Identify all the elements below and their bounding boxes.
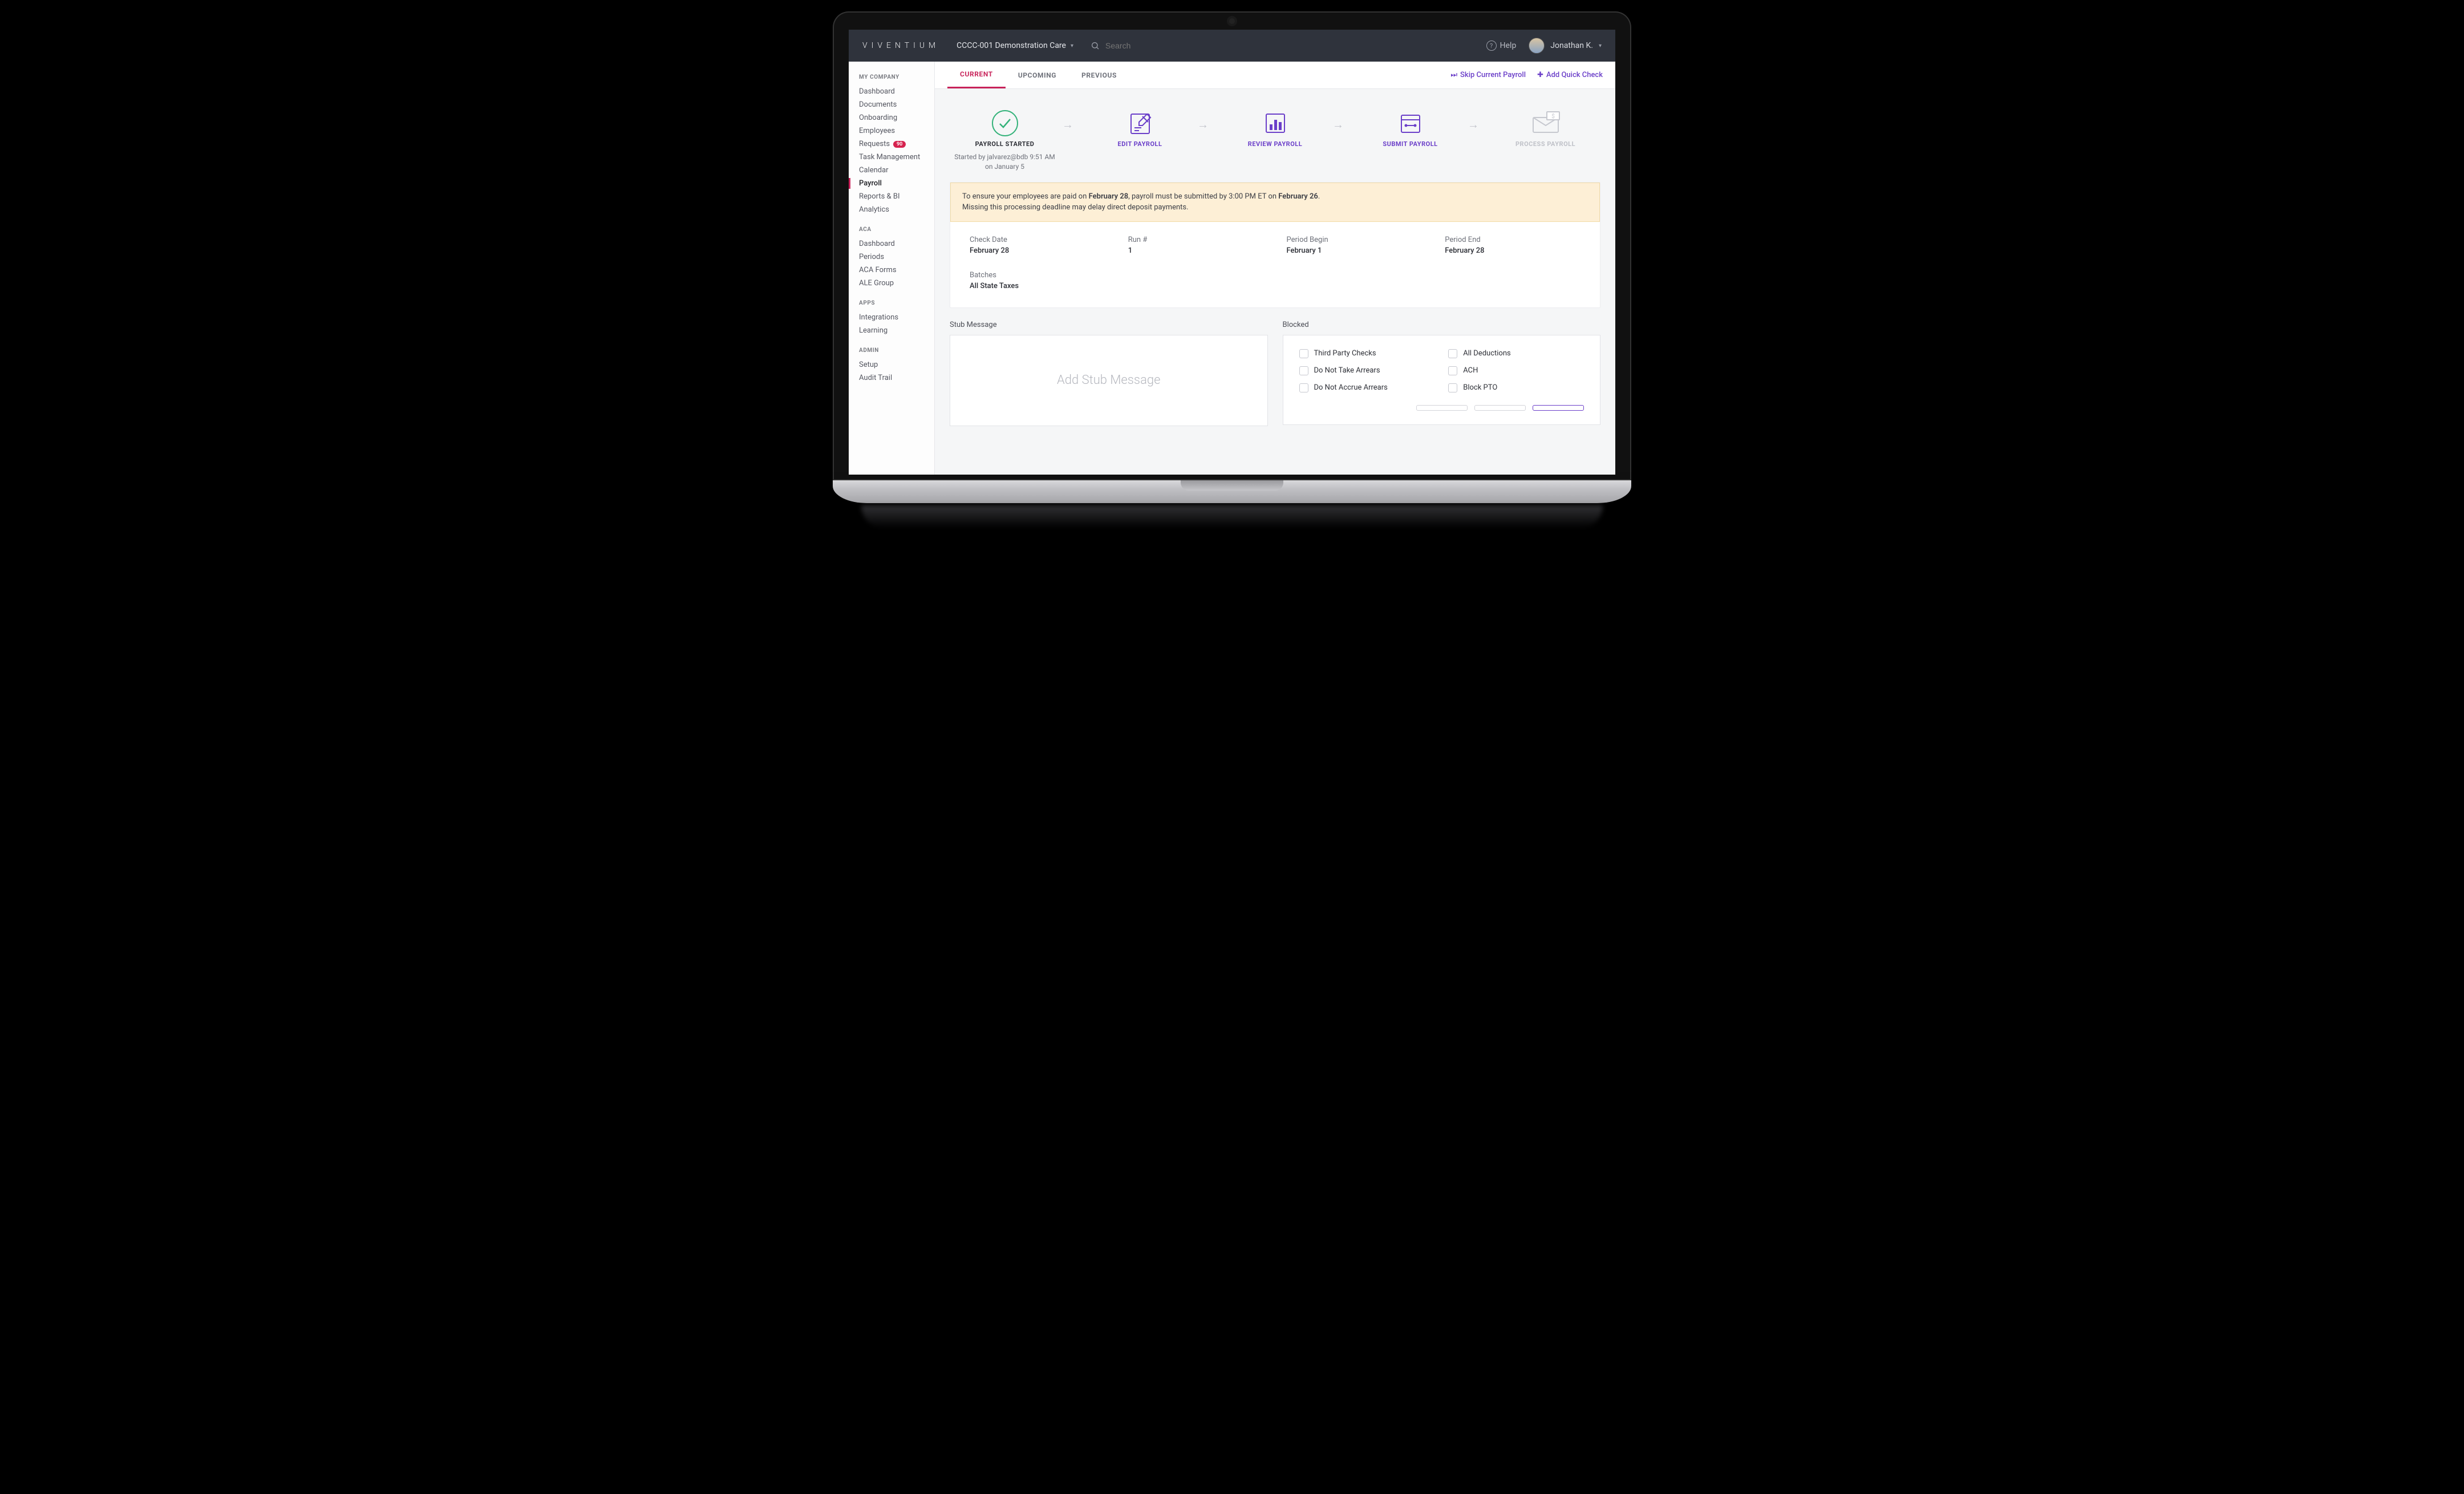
sidebar-item-setup[interactable]: Setup	[859, 358, 934, 371]
blocked-panel: Third Party Checks All Deductions Do Not…	[1283, 335, 1601, 425]
sidebar-item-requests[interactable]: Requests 90	[859, 137, 934, 151]
sidebar-item-integrations[interactable]: Integrations	[859, 311, 934, 324]
checkbox-icon	[1299, 349, 1308, 358]
sidebar: MY COMPANY Dashboard Documents Onboardin…	[849, 62, 934, 475]
chk-do-not-take-arrears[interactable]: Do Not Take Arrears	[1299, 366, 1435, 375]
blocked-title: Blocked	[1283, 321, 1601, 329]
search-input[interactable]	[1105, 41, 1219, 50]
chk-all-deductions[interactable]: All Deductions	[1448, 349, 1584, 358]
user-menu[interactable]: Jonathan K. ▾	[1529, 38, 1602, 54]
main-content: CURRENT UPCOMING PREVIOUS ⏭ Skip Current…	[934, 62, 1615, 475]
sidebar-item-aca-forms[interactable]: ACA Forms	[859, 264, 934, 277]
checkbox-icon	[1299, 366, 1308, 375]
field-run-number: Run # 1	[1128, 236, 1264, 255]
skip-icon: ⏭	[1450, 71, 1457, 79]
bar-chart-icon	[1261, 108, 1290, 138]
primary-button[interactable]	[1533, 405, 1584, 411]
edit-doc-icon	[1125, 108, 1155, 138]
field-period-end: Period End February 28	[1445, 236, 1580, 255]
field-check-date: Check Date February 28	[970, 236, 1105, 255]
sidebar-item-aca-dashboard[interactable]: Dashboard	[859, 237, 934, 250]
sidebar-item-task-management[interactable]: Task Management	[859, 151, 934, 164]
sidebar-item-employees[interactable]: Employees	[859, 124, 934, 137]
laptop-notch	[1181, 480, 1283, 491]
org-switcher[interactable]: CCCC-001 Demonstration Care ▾	[957, 41, 1073, 50]
sidebar-item-learning[interactable]: Learning	[859, 324, 934, 337]
sidebar-section-title: MY COMPANY	[859, 74, 934, 80]
search-box[interactable]	[1091, 41, 1469, 50]
checkbox-icon	[1448, 366, 1457, 375]
arrow-icon: →	[1062, 106, 1083, 132]
payroll-summary-panel: To ensure your employees are paid on Feb…	[950, 182, 1600, 308]
sidebar-item-payroll[interactable]: Payroll	[859, 177, 934, 190]
sidebar-item-onboarding[interactable]: Onboarding	[859, 111, 934, 124]
org-name: CCCC-001 Demonstration Care	[957, 41, 1066, 50]
user-name: Jonathan K.	[1550, 41, 1593, 50]
step-payroll-started: PAYROLL STARTED Started by jalvarez@bdb …	[950, 106, 1060, 172]
plus-icon: ✚	[1537, 71, 1543, 79]
field-period-begin: Period Begin February 1	[1287, 236, 1423, 255]
arrow-icon: →	[1332, 106, 1353, 132]
chk-third-party-checks[interactable]: Third Party Checks	[1299, 349, 1435, 358]
chk-ach[interactable]: ACH	[1448, 366, 1584, 375]
sidebar-section-title: ACA	[859, 226, 934, 233]
chk-block-pto[interactable]: Block PTO	[1448, 383, 1584, 392]
sidebar-item-calendar[interactable]: Calendar	[859, 164, 934, 177]
step-review-payroll[interactable]: REVIEW PAYROLL	[1220, 106, 1330, 148]
search-icon	[1091, 41, 1100, 50]
skip-current-payroll-link[interactable]: ⏭ Skip Current Payroll	[1450, 71, 1526, 79]
laptop-base	[833, 480, 1631, 503]
help-icon: ?	[1486, 41, 1497, 51]
arrow-icon: →	[1468, 106, 1488, 132]
sidebar-section-title: ADMIN	[859, 347, 934, 354]
laptop-camera	[1229, 18, 1235, 24]
checkbox-icon	[1299, 383, 1308, 392]
deadline-notice: To ensure your employees are paid on Feb…	[950, 183, 1600, 222]
sidebar-item-ale-group[interactable]: ALE Group	[859, 277, 934, 290]
chk-do-not-accrue-arrears[interactable]: Do Not Accrue Arrears	[1299, 383, 1435, 392]
step-submit-payroll[interactable]: SUBMIT PAYROLL	[1355, 106, 1465, 148]
step-edit-payroll[interactable]: EDIT PAYROLL	[1085, 106, 1195, 148]
secondary-button[interactable]	[1474, 405, 1526, 411]
sidebar-item-reports-bi[interactable]: Reports & BI	[859, 190, 934, 203]
checkbox-icon	[1448, 383, 1457, 392]
arrow-icon: →	[1197, 106, 1218, 132]
sidebar-item-audit-trail[interactable]: Audit Trail	[859, 371, 934, 384]
laptop-reflection	[861, 505, 1603, 528]
help-label: Help	[1500, 41, 1517, 50]
top-bar: VIVENTIUM CCCC-001 Demonstration Care ▾ …	[849, 30, 1615, 62]
envelope-money-icon: $	[1530, 111, 1562, 136]
payroll-steps: PAYROLL STARTED Started by jalvarez@bdb …	[950, 106, 1600, 172]
brand-logo: VIVENTIUM	[862, 41, 939, 50]
calendar-icon	[1396, 108, 1425, 138]
svg-text:$: $	[1551, 112, 1555, 120]
help-link[interactable]: ? Help	[1486, 41, 1517, 51]
check-circle-icon	[990, 108, 1020, 138]
chevron-down-icon: ▾	[1071, 43, 1073, 49]
field-batches: Batches All State Taxes	[970, 271, 1105, 290]
avatar	[1529, 38, 1545, 54]
sidebar-item-documents[interactable]: Documents	[859, 98, 934, 111]
checkbox-icon	[1448, 349, 1457, 358]
stub-message-title: Stub Message	[950, 321, 1268, 329]
add-quick-check-link[interactable]: ✚ Add Quick Check	[1537, 71, 1603, 79]
tab-previous[interactable]: PREVIOUS	[1069, 62, 1129, 88]
tab-current[interactable]: CURRENT	[947, 62, 1006, 88]
sidebar-section-title: APPS	[859, 300, 934, 306]
tab-bar: CURRENT UPCOMING PREVIOUS ⏭ Skip Current…	[935, 62, 1615, 89]
sidebar-item-analytics[interactable]: Analytics	[859, 203, 934, 216]
tab-upcoming[interactable]: UPCOMING	[1006, 62, 1069, 88]
started-by-text: Started by jalvarez@bdb 9:51 AM on Janua…	[950, 152, 1060, 172]
chevron-down-icon: ▾	[1599, 43, 1602, 49]
requests-badge: 90	[893, 141, 906, 148]
sidebar-item-dashboard[interactable]: Dashboard	[859, 85, 934, 98]
stub-message-input[interactable]: Add Stub Message	[950, 335, 1268, 426]
sidebar-item-periods[interactable]: Periods	[859, 250, 934, 264]
secondary-button[interactable]	[1416, 405, 1468, 411]
step-process-payroll: $ PROCESS PAYROLL	[1490, 106, 1600, 148]
